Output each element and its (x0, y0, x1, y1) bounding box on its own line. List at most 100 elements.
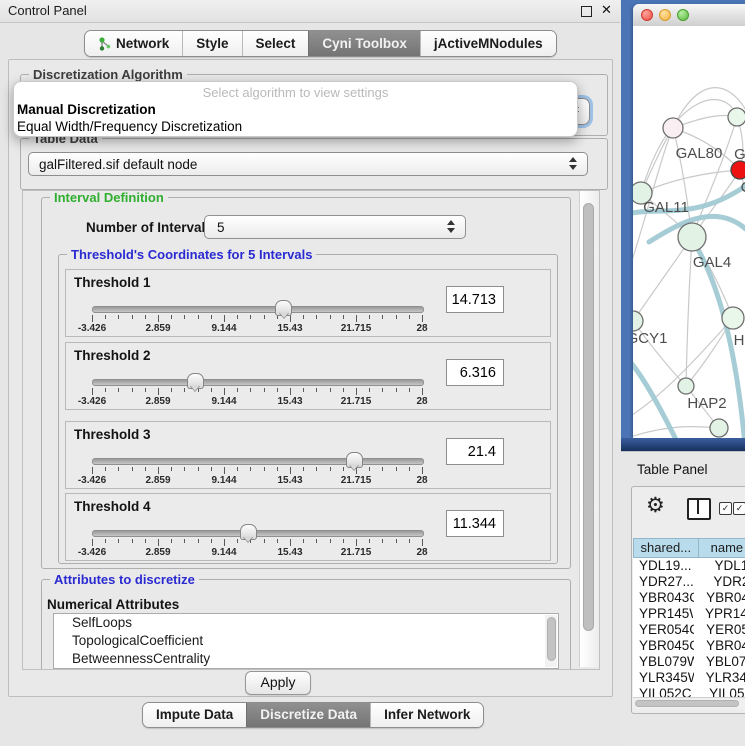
cell-name[interactable]: YDL19 (702, 558, 745, 574)
table-row[interactable]: YIL052CYIL052C (633, 686, 745, 697)
cell-name[interactable]: YLR345W (694, 670, 745, 686)
tab-select-label: Select (256, 32, 296, 55)
table-row[interactable]: YLR345WYLR345W (633, 670, 745, 686)
cell-shared-name[interactable]: YBL079W (633, 654, 694, 670)
slider-tick-labels: -3.4262.8599.14415.4321.71528 (92, 323, 422, 334)
cell-shared-name[interactable]: YBR043C (633, 590, 694, 606)
tab-select[interactable]: Select (242, 31, 309, 56)
tick-mark (145, 315, 146, 319)
minimize-traffic-light-icon[interactable] (659, 9, 671, 21)
threshold-3-value-field[interactable]: 21.4 (446, 438, 504, 465)
settings-vertical-scrollbar[interactable] (579, 191, 599, 667)
number-of-intervals-spinner[interactable]: 5 (204, 215, 466, 239)
option-manual-discretization[interactable]: Manual Discretization (14, 101, 577, 118)
tick-mark (145, 388, 146, 392)
table-row[interactable]: YER054CYER054C (633, 622, 745, 638)
tick-label: 28 (416, 396, 427, 407)
cell-shared-name[interactable]: YDR27... (633, 574, 701, 590)
tab-impute-data[interactable]: Impute Data (143, 703, 246, 727)
network-canvas[interactable]: GAL80GACGAL11GAL4GCY1HHAP2 (633, 26, 745, 438)
tab-discretize-data[interactable]: Discretize Data (246, 703, 370, 727)
table-row[interactable]: YDR27...YDR27 (633, 574, 745, 590)
scrollbar-thumb[interactable] (635, 700, 739, 707)
tick-label: 9.144 (211, 475, 236, 486)
cell-shared-name[interactable]: YIL052C (633, 686, 697, 697)
table-row[interactable]: YDL19...YDL19 (633, 558, 745, 574)
cell-shared-name[interactable]: YER054C (633, 622, 694, 638)
close-traffic-light-icon[interactable] (641, 9, 653, 21)
attribute-list-item[interactable]: SelfLoops (54, 614, 558, 632)
threshold-3-slider[interactable] (92, 458, 424, 465)
node-red[interactable] (731, 161, 745, 179)
slider-thumb[interactable] (275, 300, 292, 316)
slider-thumb[interactable] (187, 373, 204, 389)
cell-name[interactable]: YIL052C (697, 686, 745, 697)
table-horizontal-scrollbar[interactable] (633, 697, 745, 709)
attribute-list-item[interactable]: TopologicalCoefficient (54, 632, 558, 650)
attribute-list-scrollbar[interactable] (545, 615, 557, 667)
float-window-icon[interactable] (581, 6, 592, 17)
tab-network[interactable]: Network (85, 31, 182, 56)
cell-name[interactable]: YDR27 (701, 574, 745, 590)
zoom-traffic-light-icon[interactable] (677, 9, 689, 21)
column-header-name[interactable]: name (699, 538, 745, 558)
split-columns-icon[interactable] (687, 498, 711, 520)
threshold-4-value-field[interactable]: 11.344 (446, 510, 504, 537)
tick-mark (316, 539, 317, 543)
tab-style[interactable]: Style (182, 31, 241, 56)
cell-shared-name[interactable]: YLR345W (633, 670, 694, 686)
attribute-list-item[interactable]: BetweennessCentrality (54, 650, 558, 668)
tab-infer-network[interactable]: Infer Network (370, 703, 483, 727)
tick-mark (171, 388, 172, 392)
slider-thumb[interactable] (240, 524, 257, 540)
tab-jactivemnodules[interactable]: jActiveMNodules (420, 31, 556, 56)
attribute-list[interactable]: SelfLoopsTopologicalCoefficientBetweenne… (53, 613, 559, 669)
checkbox-icon[interactable]: ✓ (733, 502, 745, 515)
node-bottom[interactable] (710, 419, 728, 437)
tick-mark (132, 388, 133, 392)
node-hap2[interactable] (678, 378, 694, 394)
node-gal80[interactable] (663, 118, 683, 138)
option-equal-width-frequency[interactable]: Equal Width/Frequency Discretization (14, 118, 577, 135)
cell-name[interactable]: YBR043C (694, 590, 745, 606)
algorithm-hint: Select algorithm to view settings (14, 85, 577, 101)
threshold-4-slider[interactable] (92, 530, 424, 537)
threshold-2-slider[interactable] (92, 379, 424, 386)
cell-name[interactable]: YER054C (694, 622, 745, 638)
tick-label: 28 (416, 547, 427, 558)
tick-mark (237, 539, 238, 543)
column-header-shared-name[interactable]: shared... (633, 538, 699, 558)
table-row[interactable]: YPR145WYPR145W (633, 606, 745, 622)
node-h[interactable] (722, 307, 744, 329)
threshold-2-value-field[interactable]: 6.316 (446, 359, 504, 386)
node-gal4[interactable] (678, 223, 706, 251)
tick-mark (356, 388, 357, 395)
cell-name[interactable]: YBL079W (694, 654, 745, 670)
table-row[interactable]: YBR045CYBR045C (633, 638, 745, 654)
cell-name[interactable]: YBR045C (694, 638, 745, 654)
tick-label: 2.859 (145, 396, 170, 407)
checkbox-icon[interactable]: ✓ (719, 502, 732, 515)
cell-name[interactable]: YPR145W (693, 606, 745, 622)
table-row[interactable]: YBL079WYBL079W (633, 654, 745, 670)
cell-shared-name[interactable]: YBR045C (633, 638, 694, 654)
table-row[interactable]: YBR043CYBR043C (633, 590, 745, 606)
table-data-combo[interactable]: galFiltered.sif default node (28, 152, 588, 176)
slider-thumb[interactable] (346, 452, 363, 468)
tick-mark (382, 315, 383, 319)
tab-style-label: Style (196, 32, 228, 55)
cell-shared-name[interactable]: YDL19... (633, 558, 702, 574)
scrollbar-thumb[interactable] (547, 617, 556, 661)
node-top-right[interactable] (728, 108, 745, 126)
scrollbar-thumb[interactable] (583, 203, 594, 631)
node-gcy1[interactable] (633, 311, 643, 331)
cell-shared-name[interactable]: YPR145W (633, 606, 693, 622)
threshold-1-value-field[interactable]: 14.713 (446, 286, 504, 313)
close-icon[interactable]: ✕ (601, 2, 612, 18)
apply-button[interactable]: Apply (245, 671, 311, 695)
gear-icon[interactable]: ⚙ (646, 495, 665, 517)
slider-ticks (92, 467, 422, 475)
threshold-1-slider[interactable] (92, 306, 424, 313)
tab-cyni-toolbox[interactable]: Cyni Toolbox (308, 31, 420, 56)
tab-cyni-toolbox-label: Cyni Toolbox (322, 32, 407, 55)
